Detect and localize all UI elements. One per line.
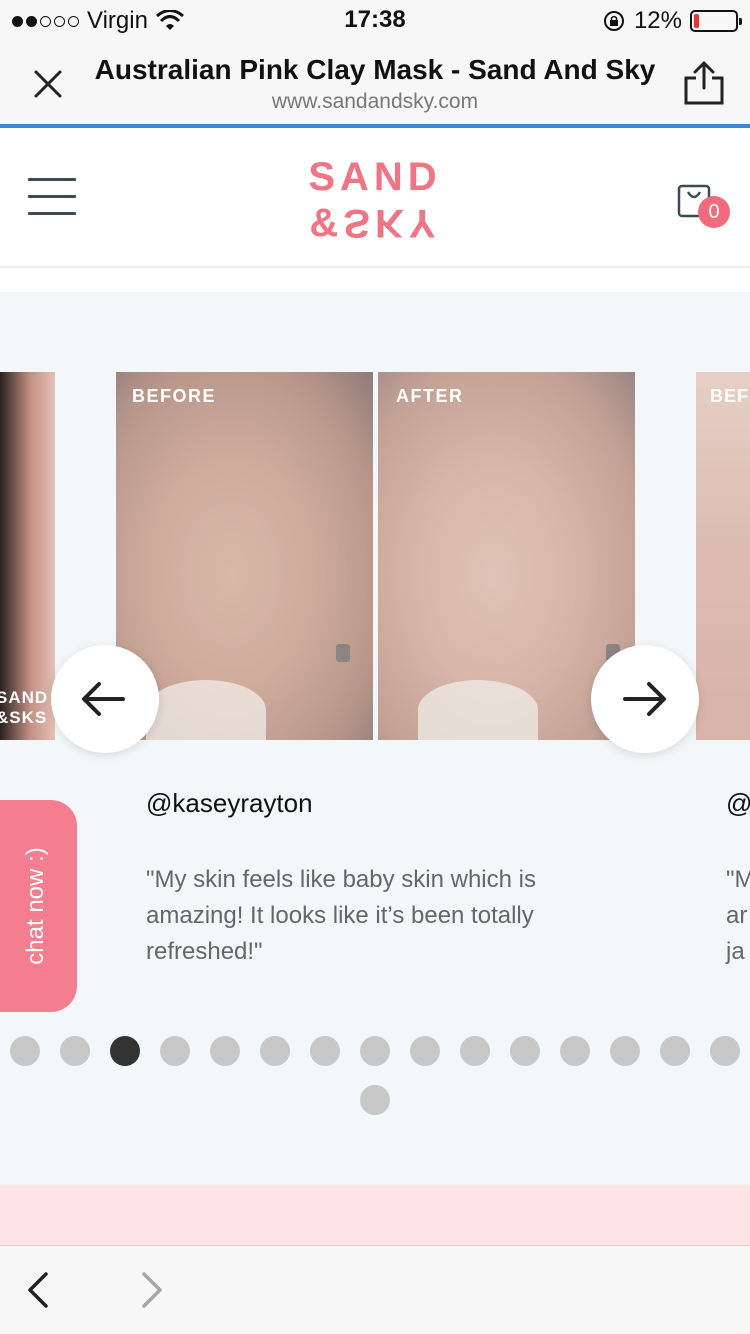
pagination-dot[interactable] [10, 1036, 40, 1066]
before-label: BEFORE [132, 386, 217, 406]
battery-percent: 12% [633, 7, 682, 34]
pagination-dot[interactable] [60, 1036, 90, 1066]
chat-now-button[interactable]: chat now :) [0, 800, 77, 1012]
share-icon[interactable] [682, 60, 726, 106]
chat-now-label: chat now :) [22, 847, 49, 965]
cart-count-badge: 0 [698, 196, 730, 228]
pagination-dot[interactable] [310, 1036, 340, 1066]
previous-slide-brand: SAND &SKS [0, 688, 49, 727]
logo-line-1: SAND [308, 155, 442, 199]
testimonial-quote: "My skin feels like baby skin which is a… [146, 866, 536, 965]
next-testimonial-quote: "M ar ja [726, 866, 750, 965]
nose-piercing [336, 644, 350, 662]
status-right: 12% [602, 7, 742, 35]
page-title: Australian Pink Clay Mask - Sand And Sky [94, 54, 656, 85]
forward-icon[interactable] [134, 1268, 170, 1312]
rotation-lock-icon [603, 11, 624, 31]
pagination-dot[interactable] [710, 1036, 740, 1066]
after-label: AFTER [396, 386, 464, 406]
nostril-shape [146, 680, 266, 740]
previous-slide-image: SAND &SKS [0, 372, 55, 740]
pagination-dot[interactable] [460, 1036, 490, 1066]
pagination-dot[interactable] [260, 1036, 290, 1066]
pagination-dot-active[interactable] [110, 1036, 140, 1066]
carousel-next-button[interactable] [591, 645, 699, 753]
back-icon[interactable] [20, 1268, 56, 1312]
pagination-dot[interactable] [360, 1085, 390, 1115]
site-header: SAND &SKY 0 [0, 128, 750, 268]
next-testimonial-username: @ [726, 788, 750, 818]
carousel-previous-button[interactable] [51, 645, 159, 753]
logo-line-2: &SKY [309, 201, 441, 245]
cart-button[interactable]: 0 [676, 178, 732, 230]
pagination-dot[interactable] [210, 1036, 240, 1066]
pagination-dot[interactable] [610, 1036, 640, 1066]
pagination-dot[interactable] [410, 1036, 440, 1066]
arrow-left-icon [82, 682, 125, 716]
testimonial-carousel: SAND &SKS BEFORE AFTER SA & BEFO @kaseyr… [0, 292, 750, 1185]
pagination-dot[interactable] [660, 1036, 690, 1066]
page-url[interactable]: www.sandandsky.com [0, 90, 750, 114]
menu-icon[interactable] [28, 178, 76, 218]
browser-toolbar [0, 1245, 750, 1334]
arrow-right-icon [623, 682, 666, 716]
status-bar: Virgin 17:38 12% [0, 0, 750, 40]
pagination-dot[interactable] [160, 1036, 190, 1066]
next-slide-before-label: BEFO [710, 386, 750, 406]
footer-promo-band [0, 1185, 750, 1245]
next-slide-image: BEFO [696, 372, 750, 740]
testimonial-username[interactable]: @kaseyrayton [146, 788, 313, 819]
pagination-dot[interactable] [560, 1036, 590, 1066]
browser-header: Australian Pink Clay Mask - Sand And Sky… [0, 40, 750, 124]
pagination-dot[interactable] [510, 1036, 540, 1066]
pagination-dot[interactable] [360, 1036, 390, 1066]
site-logo[interactable]: SAND &SKY [300, 154, 450, 246]
battery-icon [690, 10, 742, 32]
battery-level [694, 14, 699, 28]
nostril-shape [418, 680, 538, 740]
